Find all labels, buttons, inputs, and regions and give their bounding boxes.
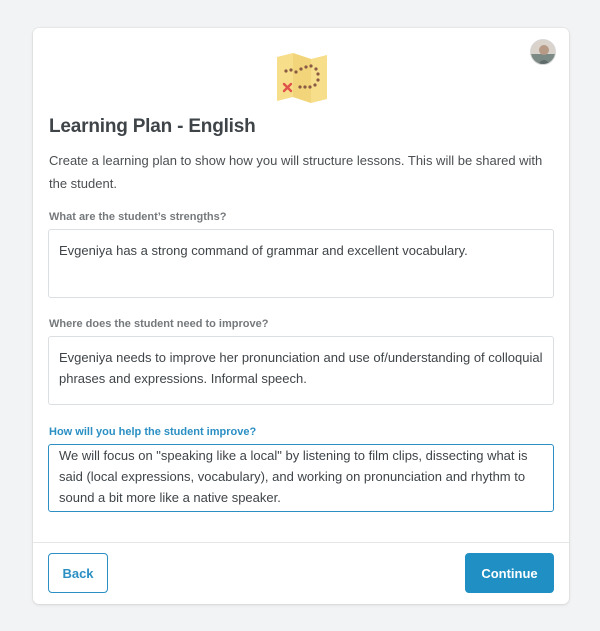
help-plan-textarea[interactable]: We will focus on "speaking like a local"… — [48, 444, 554, 512]
back-button[interactable]: Back — [48, 553, 108, 593]
treasure-map-icon — [277, 53, 327, 103]
learning-plan-card: Learning Plan - English Create a learnin… — [33, 28, 569, 604]
strengths-textarea[interactable]: Evgeniya has a strong command of grammar… — [48, 229, 554, 298]
strengths-label: What are the student’s strengths? — [49, 211, 227, 223]
help-plan-label: How will you help the student improve? — [49, 426, 257, 438]
footer-divider — [33, 542, 569, 543]
continue-button[interactable]: Continue — [465, 553, 554, 593]
page-description: Create a learning plan to show how you w… — [49, 153, 543, 191]
user-avatar[interactable] — [530, 39, 556, 65]
page-title: Learning Plan - English — [49, 116, 256, 137]
improve-areas-label: Where does the student need to improve? — [49, 318, 269, 330]
avatar-photo-icon — [531, 40, 555, 64]
improve-areas-textarea[interactable]: Evgeniya needs to improve her pronunciat… — [48, 336, 554, 405]
